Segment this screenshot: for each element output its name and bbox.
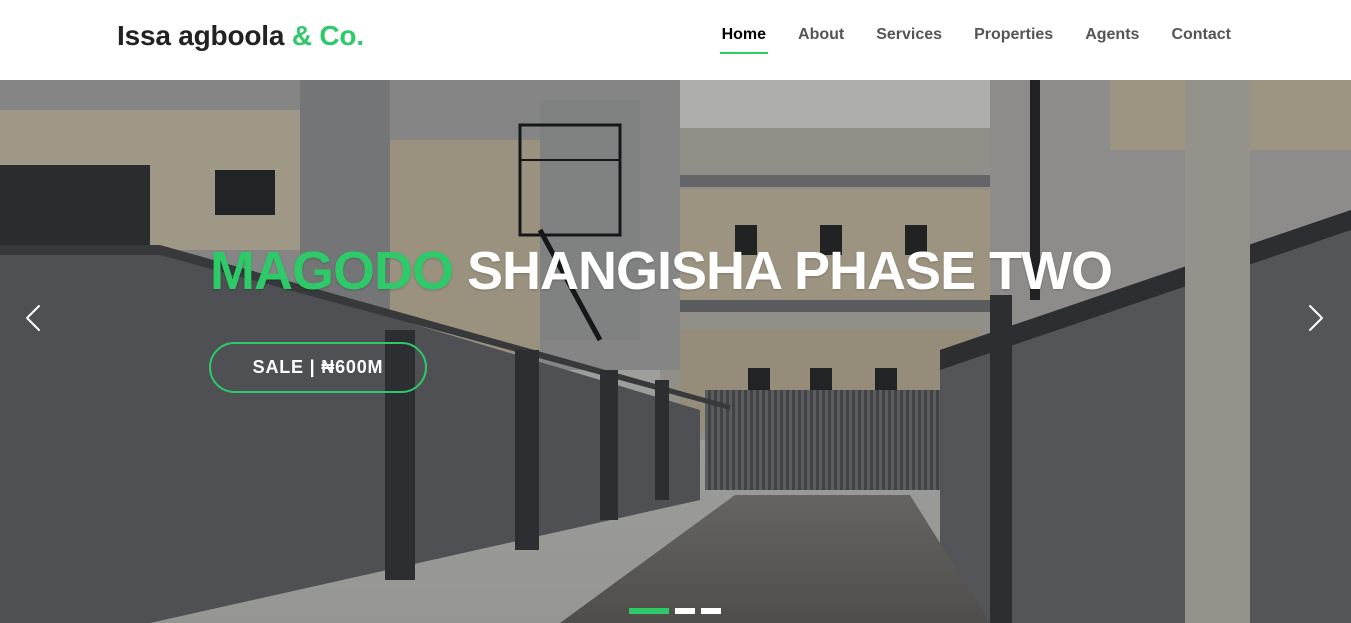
hero-carousel: MAGODO SHANGISHA PHASE TWO SALE | ₦600M <box>0 80 1351 623</box>
sale-price-button[interactable]: SALE | ₦600M <box>209 342 427 393</box>
nav-item-services[interactable]: Services <box>876 26 942 54</box>
carousel-next-button[interactable] <box>1296 298 1336 338</box>
nav-item-contact[interactable]: Contact <box>1171 26 1231 54</box>
carousel-prev-button[interactable] <box>13 298 53 338</box>
carousel-dot-2[interactable] <box>675 608 695 614</box>
brand-logo[interactable]: Issa agboola & Co. <box>117 20 364 52</box>
chevron-right-icon <box>1309 305 1323 331</box>
carousel-dot-1[interactable] <box>629 608 669 614</box>
chevron-left-icon <box>26 305 40 331</box>
carousel-indicators <box>629 608 721 614</box>
carousel-dot-3[interactable] <box>701 608 721 614</box>
nav-item-home[interactable]: Home <box>719 26 769 54</box>
hero-title-rest: SHANGISHA PHASE TWO <box>467 241 1113 301</box>
hero-title-accent: MAGODO <box>210 241 454 301</box>
nav-item-about[interactable]: About <box>798 26 844 54</box>
nav-item-properties[interactable]: Properties <box>974 26 1053 54</box>
brand-name: Issa agboola <box>117 20 285 51</box>
nav-item-agents[interactable]: Agents <box>1085 26 1139 54</box>
site-header: Issa agboola & Co. Home About Services P… <box>0 0 1351 80</box>
main-nav: Home About Services Properties Agents Co… <box>719 26 1231 54</box>
hero-title: MAGODO SHANGISHA PHASE TWO <box>210 240 1113 302</box>
hero-overlay <box>0 80 1351 623</box>
brand-accent: & Co. <box>291 20 364 51</box>
